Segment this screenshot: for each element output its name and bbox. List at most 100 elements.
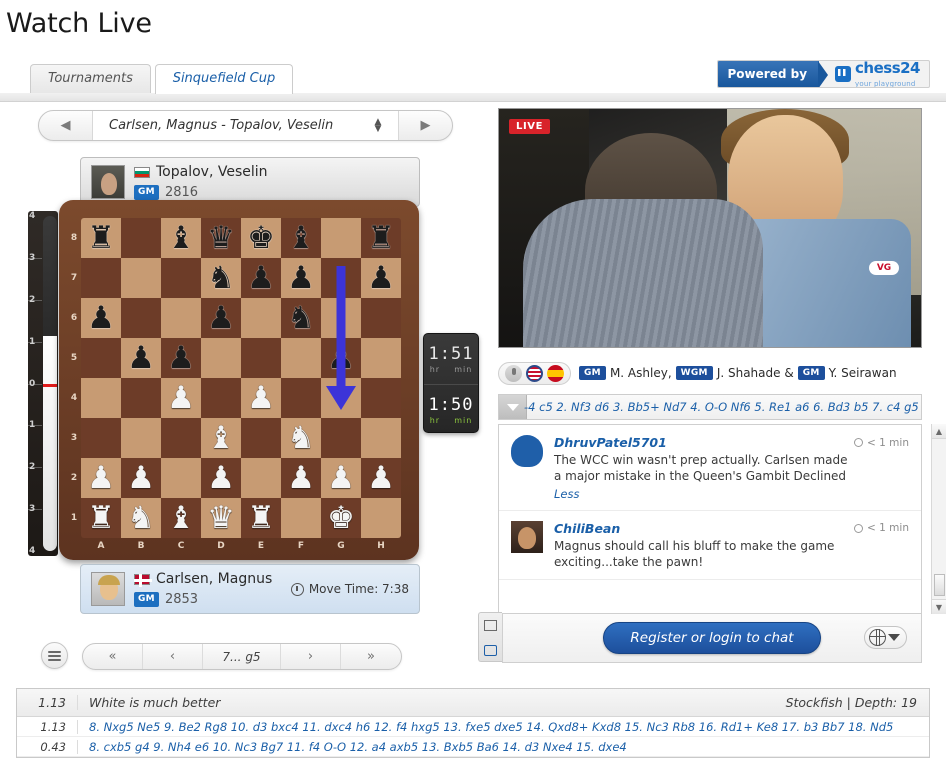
board-square[interactable] <box>321 298 361 338</box>
chess-piece[interactable]: ♛ <box>201 218 241 258</box>
board-square[interactable] <box>361 338 401 378</box>
board-square[interactable]: ♚ <box>321 498 361 538</box>
board-square[interactable]: ♜ <box>361 218 401 258</box>
board-square[interactable]: ♟ <box>201 298 241 338</box>
board-square[interactable]: ♝ <box>161 218 201 258</box>
chess-piece[interactable]: ♟ <box>121 338 161 378</box>
board-square[interactable]: ♞ <box>121 498 161 538</box>
list-view-tab[interactable] <box>479 613 502 638</box>
chess-piece[interactable]: ♟ <box>281 458 321 498</box>
powered-by-badge[interactable]: Powered by chess24 your playground <box>716 60 930 88</box>
board-square[interactable] <box>201 338 241 378</box>
board-square[interactable] <box>81 338 121 378</box>
chess-piece[interactable]: ♜ <box>361 218 401 258</box>
board-square[interactable] <box>121 418 161 458</box>
first-move-button[interactable]: « <box>83 644 143 669</box>
board-square[interactable] <box>121 258 161 298</box>
board-square[interactable]: ♞ <box>281 418 321 458</box>
chess-piece[interactable]: ♜ <box>81 498 121 538</box>
chat-scrollbar[interactable]: ▲ ▼ <box>931 424 946 614</box>
chess-piece[interactable]: ♜ <box>81 218 121 258</box>
board-square[interactable]: ♟ <box>201 458 241 498</box>
spain-flag-icon[interactable] <box>547 364 564 382</box>
chat-messages[interactable]: DhruvPatel5701 < 1 min The WCC win wasn'… <box>498 424 922 614</box>
next-move-button[interactable]: › <box>281 644 341 669</box>
board-square[interactable]: ♟ <box>161 338 201 378</box>
board-square[interactable]: ♞ <box>201 258 241 298</box>
scroll-up-arrow-icon[interactable]: ▲ <box>932 424 946 439</box>
board-square[interactable] <box>161 458 201 498</box>
chess-piece[interactable]: ♟ <box>281 258 321 298</box>
move-list-strip[interactable]: -4 c5 2. Nf3 d6 3. Bb5+ Nd7 4. O-O Nf6 5… <box>498 394 922 420</box>
chess-piece[interactable]: ♛ <box>201 498 241 538</box>
board-square[interactable]: ♜ <box>81 498 121 538</box>
board-square[interactable] <box>361 418 401 458</box>
chess-piece[interactable]: ♜ <box>241 498 281 538</box>
chess-piece[interactable]: ♟ <box>241 258 281 298</box>
board-square[interactable] <box>281 378 321 418</box>
next-game-button[interactable]: ▶ <box>398 111 452 140</box>
board-square[interactable] <box>161 258 201 298</box>
chat-bubble-tab[interactable] <box>479 638 502 663</box>
scroll-down-arrow-icon[interactable]: ▼ <box>932 599 946 614</box>
game-selector-spinner-icon[interactable]: ▲ ▼ <box>358 111 398 140</box>
board-square[interactable]: ♟ <box>281 258 321 298</box>
language-dropdown[interactable] <box>864 626 907 649</box>
board-square[interactable] <box>241 458 281 498</box>
chess-piece[interactable]: ♞ <box>201 258 241 298</box>
chess-piece[interactable]: ♝ <box>161 498 201 538</box>
board-square[interactable] <box>201 378 241 418</box>
board-menu-button[interactable] <box>41 642 68 669</box>
table-row[interactable]: 0.43 8. cxb5 g4 9. Nh4 e6 10. Nc3 Bg7 11… <box>17 737 929 757</box>
chess-piece[interactable]: ♟ <box>161 378 201 418</box>
tab-sinquefield-cup[interactable]: Sinquefield Cup <box>154 64 294 94</box>
board-square[interactable]: ♝ <box>161 498 201 538</box>
board-square[interactable]: ♟ <box>121 338 161 378</box>
board-square[interactable]: ♟ <box>241 378 281 418</box>
chess-piece[interactable]: ♟ <box>241 378 281 418</box>
chess-piece[interactable]: ♝ <box>201 418 241 458</box>
previous-move-button[interactable]: ‹ <box>143 644 203 669</box>
board-square[interactable]: ♟ <box>81 458 121 498</box>
board-square[interactable]: ♛ <box>201 218 241 258</box>
board-square[interactable] <box>361 378 401 418</box>
board-square[interactable] <box>241 418 281 458</box>
previous-game-button[interactable]: ◀ <box>39 111 93 140</box>
chess-piece[interactable]: ♟ <box>361 258 401 298</box>
board-square[interactable]: ♟ <box>241 258 281 298</box>
chess-piece[interactable]: ♟ <box>121 458 161 498</box>
board-square[interactable] <box>281 338 321 378</box>
chess-board[interactable]: ♜ ♝ ♛ ♚ ♝ ♜ ♞ ♟ ♟ ♟ ♟ ♟ ♞ ♟ ♟ ♟ ♟ ♟ ♝ ♞ ♟ ♟ ♟ ♟ ♟ ♟ ♜ ♞ ♝ ♛ ♜ ♚ <box>81 218 401 538</box>
board-square[interactable]: ♝ <box>281 218 321 258</box>
chess-piece[interactable]: ♝ <box>281 218 321 258</box>
board-square[interactable] <box>161 418 201 458</box>
chess-piece[interactable]: ♟ <box>361 458 401 498</box>
board-square[interactable]: ♚ <box>241 218 281 258</box>
board-square[interactable] <box>361 298 401 338</box>
chess-piece[interactable]: ♟ <box>321 458 361 498</box>
language-selector[interactable] <box>498 361 571 385</box>
board-square[interactable] <box>321 258 361 298</box>
board-square[interactable]: ♟ <box>81 298 121 338</box>
board-square[interactable] <box>321 378 361 418</box>
chess-piece[interactable]: ♚ <box>241 218 281 258</box>
chess-piece[interactable]: ♟ <box>321 338 361 378</box>
scrollbar-thumb[interactable] <box>934 574 945 596</box>
chess-piece[interactable]: ♚ <box>321 498 361 538</box>
board-square[interactable]: ♟ <box>361 258 401 298</box>
board-square[interactable] <box>121 218 161 258</box>
chat-username[interactable]: ChiliBean <box>554 521 620 536</box>
board-square[interactable]: ♟ <box>361 458 401 498</box>
board-square[interactable]: ♟ <box>321 458 361 498</box>
live-video-player[interactable]: VG LIVE <box>498 108 922 348</box>
usa-flag-icon[interactable] <box>526 364 543 382</box>
board-square[interactable] <box>321 418 361 458</box>
board-square[interactable]: ♟ <box>321 338 361 378</box>
board-square[interactable]: ♟ <box>281 458 321 498</box>
board-square[interactable]: ♟ <box>161 378 201 418</box>
tab-tournaments[interactable]: Tournaments <box>30 64 151 93</box>
board-square[interactable]: ♜ <box>241 498 281 538</box>
chess-piece[interactable]: ♝ <box>161 218 201 258</box>
board-square[interactable] <box>81 418 121 458</box>
board-square[interactable] <box>241 338 281 378</box>
